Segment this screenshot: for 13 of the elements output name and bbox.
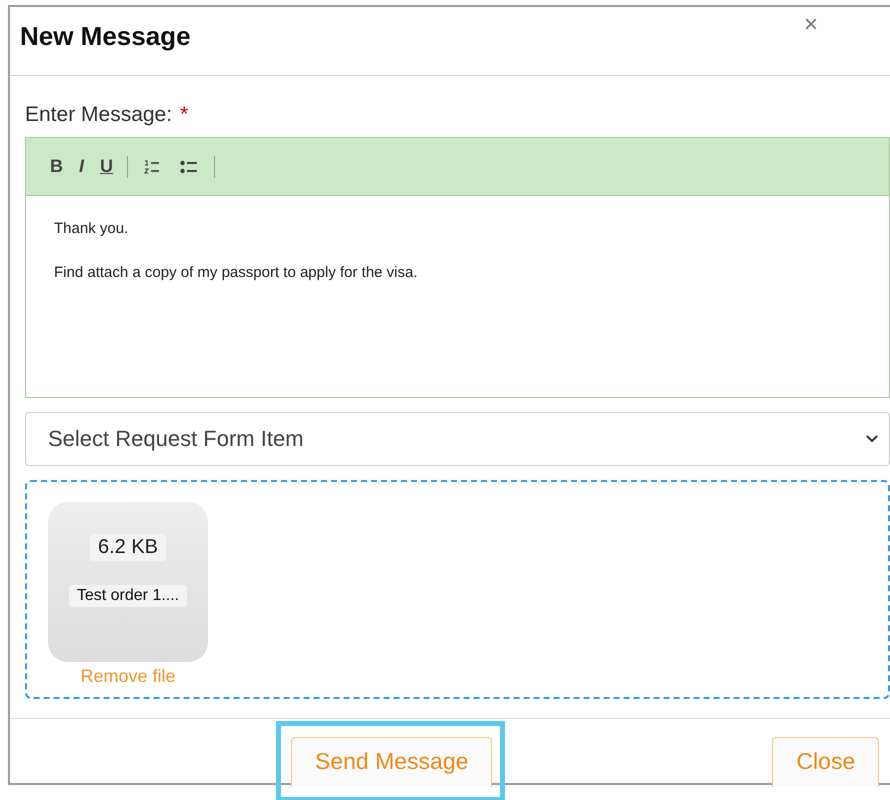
italic-button[interactable]: I (71, 156, 92, 177)
file-name: Test order 1.... (68, 585, 188, 607)
message-paragraph: Thank you. (54, 220, 130, 237)
message-paragraph: Find attach a copy of my passport to apply for the visa. (54, 264, 419, 281)
bold-button[interactable]: B (42, 156, 71, 177)
file-dropzone[interactable]: 6.2 KB Test order 1.... Remove file (25, 480, 890, 699)
dialog-title: New Message (20, 20, 191, 52)
file-size: 6.2 KB (90, 534, 166, 561)
field-label: Enter Message: (25, 103, 172, 127)
underline-button[interactable]: U (92, 156, 122, 177)
required-mark: * (180, 103, 188, 127)
message-editor[interactable]: Thank you. Find attach a copy of my passport to apply for the visa. (26, 196, 889, 397)
request-form-select[interactable]: Select Request Form Item (25, 412, 890, 466)
